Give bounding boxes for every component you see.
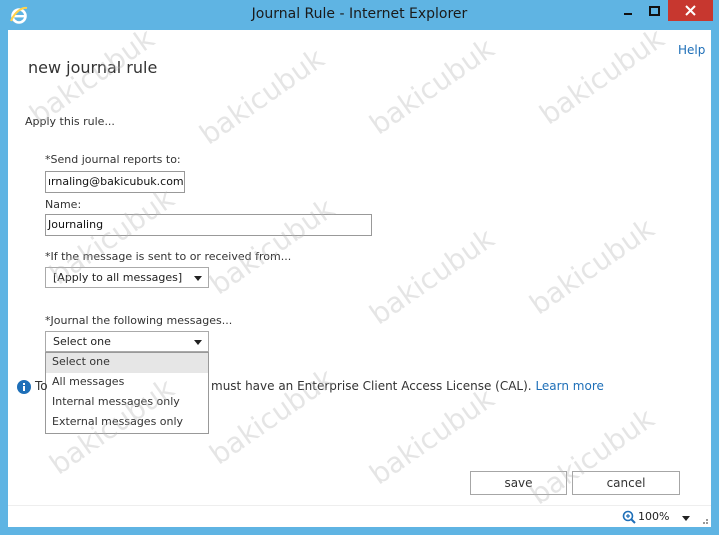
option-all-messages[interactable]: All messages [46, 373, 208, 393]
close-button[interactable] [668, 0, 713, 21]
option-external-messages[interactable]: External messages only [46, 413, 208, 433]
journal-messages-label: *Journal the following messages... [45, 314, 233, 327]
chevron-down-icon[interactable] [682, 516, 690, 521]
page-title: new journal rule [28, 58, 158, 77]
chevron-down-icon [194, 340, 202, 345]
close-icon [685, 5, 696, 16]
learn-more-link[interactable]: Learn more [535, 379, 603, 393]
option-select-one[interactable]: Select one [46, 353, 208, 373]
zoom-level[interactable]: 100% [638, 510, 669, 523]
zoom-icon [622, 510, 636, 524]
minimize-icon [623, 12, 632, 15]
condition-select[interactable]: [Apply to all messages] [45, 267, 209, 288]
minimize-button[interactable] [614, 0, 641, 21]
window-title: Journal Rule - Internet Explorer [251, 6, 468, 22]
license-note: must have an Enterprise Client Access Li… [211, 379, 532, 393]
journal-messages-select-value: Select one [53, 335, 111, 348]
info-icon [17, 380, 31, 394]
send-reports-input[interactable]: ırnaling@bakicubuk.com [45, 171, 185, 193]
name-input[interactable]: Journaling [45, 214, 372, 236]
apply-rule-text: Apply this rule... [25, 115, 115, 128]
status-bar: 100% [8, 505, 711, 527]
maximize-button[interactable] [641, 0, 668, 21]
condition-label: *If the message is sent to or received f… [45, 250, 292, 263]
name-label: Name: [45, 198, 82, 211]
condition-select-value: [Apply to all messages] [53, 271, 183, 284]
option-internal-messages[interactable]: Internal messages only [46, 393, 208, 413]
info-text: must have an Enterprise Client Access Li… [211, 379, 604, 393]
journal-messages-select[interactable]: Select one [45, 331, 209, 352]
browser-window: Journal Rule - Internet Explorer Help ne… [0, 0, 719, 535]
title-bar[interactable]: Journal Rule - Internet Explorer [0, 0, 719, 30]
send-reports-label: *Send journal reports to: [45, 153, 181, 166]
save-button[interactable]: save [470, 471, 567, 495]
page-content: Help new journal rule Apply this rule...… [8, 30, 711, 527]
resize-grip-icon[interactable] [699, 515, 709, 525]
info-text-prefix: To [35, 379, 48, 393]
cancel-button[interactable]: cancel [572, 471, 680, 495]
help-link[interactable]: Help [678, 43, 705, 57]
journal-messages-dropdown: Select one All messages Internal message… [45, 352, 209, 434]
maximize-icon [649, 5, 660, 16]
chevron-down-icon [194, 276, 202, 281]
